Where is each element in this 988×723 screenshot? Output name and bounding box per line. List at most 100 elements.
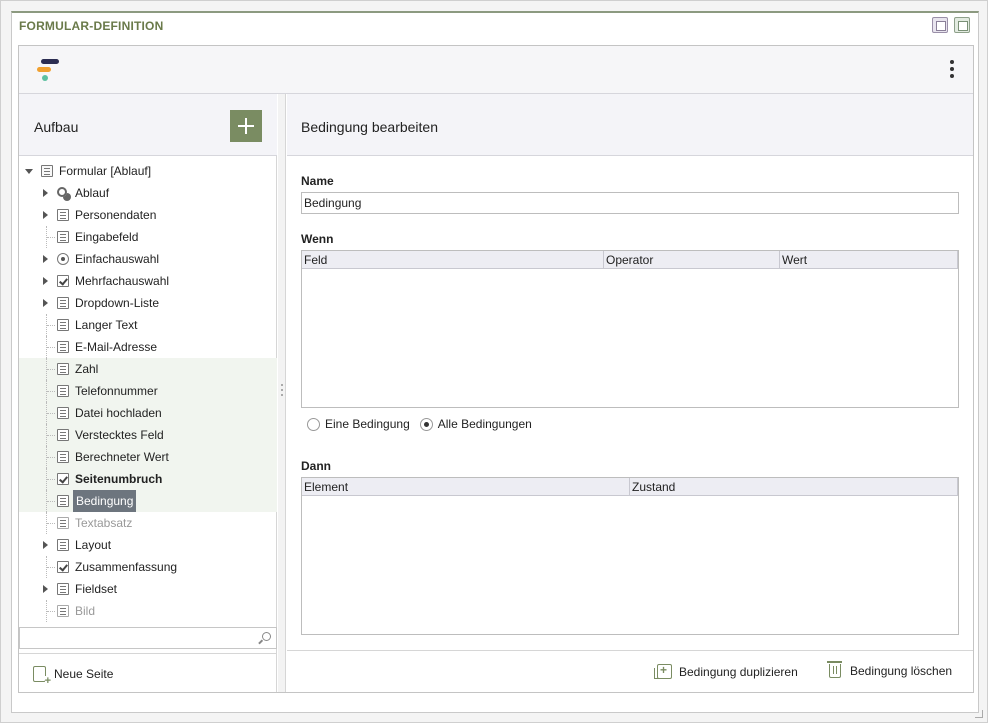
hidden-field-icon	[57, 429, 69, 441]
wenn-label: Wenn	[301, 232, 334, 246]
more-menu-icon[interactable]	[949, 60, 955, 82]
name-label: Name	[301, 174, 334, 188]
expand-arrow-icon[interactable]	[43, 299, 48, 307]
window-icon[interactable]	[954, 17, 970, 33]
tree-item[interactable]: E-Mail-Adresse	[19, 336, 277, 358]
structure-pane: Aufbau Formular [Ablauf] Ablauf Personend…	[19, 94, 277, 692]
tree-search-input[interactable]	[20, 628, 250, 648]
formular-definition-panel: FORMULAR-DEFINITION Aufbau Formular [Abl…	[11, 11, 979, 713]
wenn-grid-header: Feld Operator Wert	[302, 251, 958, 269]
document-icon[interactable]	[932, 17, 948, 33]
textarea-icon	[57, 319, 69, 331]
column-wert[interactable]: Wert	[780, 251, 958, 269]
checkbox-icon	[57, 275, 69, 287]
tree-search	[19, 627, 277, 649]
condition-mode: Eine Bedingung Alle Bedingungen	[307, 417, 542, 431]
radio-eine-bedingung[interactable]: Eine Bedingung	[307, 417, 410, 431]
tree-guide-line	[47, 479, 55, 480]
tree-item[interactable]: Seitenumbruch	[19, 468, 277, 490]
tree-guide-line	[47, 567, 55, 568]
tree-item-label: Datei hochladen	[75, 406, 162, 420]
duplicate-condition-label: Bedingung duplizieren	[679, 664, 798, 679]
tree-item-label: Zusammenfassung	[75, 560, 178, 574]
tree-guide-line	[47, 413, 55, 414]
tree-guide-line	[47, 435, 55, 436]
tree-item-label: Seitenumbruch	[75, 472, 163, 486]
tree-item[interactable]: Eingabefeld	[19, 226, 277, 248]
tree-item[interactable]: Datei hochladen	[19, 402, 277, 424]
new-page-button[interactable]: Neue Seite	[33, 666, 113, 687]
structure-footer: Neue Seite	[19, 653, 277, 692]
radio-alle-bedingungen[interactable]: Alle Bedingungen	[419, 417, 532, 431]
expand-arrow-icon[interactable]	[43, 541, 48, 549]
tree-root[interactable]: Formular [Ablauf]	[19, 160, 277, 182]
tree-item[interactable]: Personendaten	[19, 204, 277, 226]
name-input[interactable]	[301, 192, 959, 214]
radio-button-selected[interactable]	[419, 417, 433, 431]
add-element-button[interactable]	[230, 110, 262, 142]
condition-icon	[57, 495, 69, 507]
trash-icon	[827, 661, 842, 678]
dann-label: Dann	[301, 459, 331, 473]
column-operator[interactable]: Operator	[604, 251, 780, 269]
tree-item-label: Telefonnummer	[75, 384, 158, 398]
expand-arrow-icon[interactable]	[43, 211, 48, 219]
column-element[interactable]: Element	[302, 478, 630, 496]
column-feld[interactable]: Feld	[302, 251, 604, 269]
radio-button[interactable]	[307, 417, 320, 431]
number-icon	[57, 363, 69, 375]
tree-item[interactable]: Bild	[19, 600, 277, 622]
tree-guide-line	[47, 237, 55, 238]
tree-item-label: Fieldset	[75, 582, 118, 596]
tree-item[interactable]: Zahl	[19, 358, 277, 380]
tree-item[interactable]: Telefonnummer	[19, 380, 277, 402]
tree-item[interactable]: Mehrfachauswahl	[19, 270, 277, 292]
tree-item[interactable]: Einfachauswahl	[19, 248, 277, 270]
pane-splitter[interactable]	[278, 94, 286, 692]
delete-condition-button[interactable]: Bedingung löschen	[827, 661, 952, 678]
tree-guide-line	[47, 611, 55, 612]
editor-header: Bedingung bearbeiten	[287, 94, 973, 156]
panel-title: FORMULAR-DEFINITION	[19, 19, 164, 33]
paragraph-icon	[57, 517, 69, 529]
tree-guide-line	[47, 391, 55, 392]
calculator-icon	[57, 451, 69, 463]
tree-guide-line	[47, 325, 55, 326]
expand-arrow-icon[interactable]	[43, 277, 48, 285]
tree-guide-line	[47, 501, 55, 502]
list-icon	[57, 209, 69, 221]
tree-item[interactable]: Zusammenfassung	[19, 556, 277, 578]
tree-item-label: Bedingung	[73, 490, 137, 512]
tree-item[interactable]: Textabsatz	[19, 512, 277, 534]
search-icon[interactable]	[262, 632, 271, 641]
expand-arrow-icon[interactable]	[43, 585, 48, 593]
tree-item-label: Zahl	[75, 362, 99, 376]
expand-arrow-icon[interactable]	[43, 255, 48, 263]
expand-arrow-icon[interactable]	[43, 189, 48, 197]
summary-icon	[57, 561, 69, 573]
window: FORMULAR-DEFINITION Aufbau Formular [Abl…	[0, 0, 988, 723]
tree-item[interactable]: Verstecktes Feld	[19, 424, 277, 446]
tree-item[interactable]: Berechneter Wert	[19, 446, 277, 468]
collapse-arrow-icon[interactable]	[25, 169, 33, 174]
dann-grid[interactable]: Element Zustand	[301, 477, 959, 635]
tree-item[interactable]: Layout	[19, 534, 277, 556]
tree-item[interactable]: Ablauf	[19, 182, 277, 204]
tree-guide-line	[47, 457, 55, 458]
tree-item[interactable]: Dropdown-Liste	[19, 292, 277, 314]
duplicate-condition-button[interactable]: Bedingung duplizieren	[654, 663, 798, 679]
tree-item[interactable]: Langer Text	[19, 314, 277, 336]
tree-item-label: Einfachauswahl	[75, 252, 160, 266]
tree-item[interactable]: Fieldset	[19, 578, 277, 600]
column-zustand[interactable]: Zustand	[630, 478, 958, 496]
tree-item-label: Layout	[75, 538, 112, 552]
resize-grip-icon[interactable]	[975, 710, 983, 718]
phone-icon	[57, 385, 69, 397]
radio-eine-bedingung-label: Eine Bedingung	[325, 417, 410, 431]
dann-grid-header: Element Zustand	[302, 478, 958, 496]
tree-guide-line	[47, 523, 55, 524]
tree-item[interactable]: Bedingung	[19, 490, 277, 512]
wenn-grid[interactable]: Feld Operator Wert	[301, 250, 959, 408]
tree-item-label: Dropdown-Liste	[75, 296, 160, 310]
image-icon	[57, 605, 69, 617]
